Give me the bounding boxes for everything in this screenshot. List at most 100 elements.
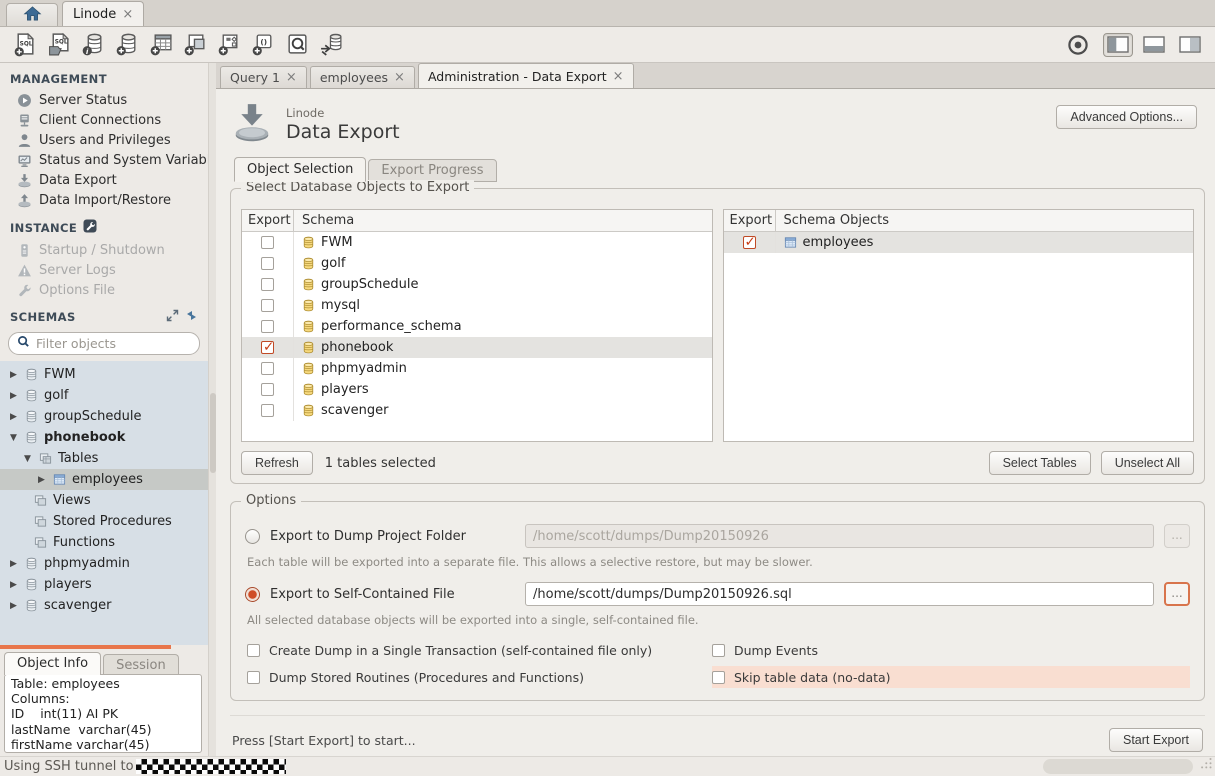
sidebar-item-data-import[interactable]: Data Import/Restore — [0, 190, 208, 210]
tree-item-employees[interactable]: ▶employees — [0, 469, 208, 490]
resize-grip-icon[interactable] — [1199, 756, 1213, 774]
divider-scroll-handle[interactable] — [210, 393, 216, 473]
tree-item-players[interactable]: ▶players — [0, 574, 208, 595]
schema-filter-input[interactable] — [36, 336, 192, 351]
dump-folder-path-input[interactable] — [525, 524, 1154, 548]
close-icon[interactable]: × — [122, 8, 133, 21]
checkbox-single-transaction[interactable]: Create Dump in a Single Transaction (sel… — [247, 639, 712, 661]
chevron-down-icon[interactable]: ▼ — [22, 454, 33, 464]
object-info-panel: Object Info Session Table: employees Col… — [0, 649, 208, 756]
sidebar-item-server-status[interactable]: Server Status — [0, 90, 208, 110]
export-checkbox[interactable] — [261, 362, 274, 375]
tree-item-tables[interactable]: ▼Tables — [0, 448, 208, 469]
create-view-icon[interactable] — [180, 31, 210, 59]
reconnect-database-icon[interactable] — [316, 31, 346, 59]
checkbox-dump-stored-routines[interactable]: Dump Stored Routines (Procedures and Fun… — [247, 666, 712, 688]
toggle-right-panel-icon[interactable] — [1175, 33, 1205, 57]
close-icon[interactable]: × — [613, 70, 624, 83]
tab-session[interactable]: Session — [103, 654, 179, 675]
schema-inspector-icon[interactable]: i — [78, 31, 108, 59]
table-row[interactable]: FWM — [242, 232, 712, 253]
tree-item-fwm[interactable]: ▶ FWM — [0, 364, 208, 385]
table-row[interactable]: scavenger — [242, 400, 712, 421]
create-schema-icon[interactable] — [112, 31, 142, 59]
chevron-right-icon[interactable]: ▶ — [36, 475, 47, 485]
table-row[interactable]: phpmyadmin — [242, 358, 712, 379]
table-row-selected[interactable]: employees — [724, 232, 1194, 253]
editor-tab-query1[interactable]: Query 1× — [220, 66, 307, 88]
checkbox-dump-events[interactable]: Dump Events — [712, 639, 1190, 661]
create-procedure-icon[interactable] — [214, 31, 244, 59]
close-icon[interactable]: × — [394, 71, 405, 84]
select-tables-button[interactable]: Select Tables — [989, 451, 1091, 475]
connection-tab-linode[interactable]: Linode × — [62, 1, 144, 26]
sidebar-item-client-connections[interactable]: Client Connections — [0, 110, 208, 130]
export-checkbox[interactable] — [261, 320, 274, 333]
export-checkbox[interactable] — [261, 383, 274, 396]
table-row[interactable]: groupSchedule — [242, 274, 712, 295]
advanced-options-button[interactable]: Advanced Options... — [1056, 105, 1197, 129]
refresh-button[interactable]: Refresh — [241, 451, 313, 475]
start-export-button[interactable]: Start Export — [1109, 728, 1203, 752]
editor-tab-employees[interactable]: employees× — [310, 66, 415, 88]
chevron-right-icon[interactable]: ▶ — [8, 370, 19, 380]
sidebar-item-users-privileges[interactable]: Users and Privileges — [0, 130, 208, 150]
create-table-icon[interactable] — [146, 31, 176, 59]
tree-item-phpmyadmin[interactable]: ▶phpmyadmin — [0, 553, 208, 574]
horizontal-scrollbar[interactable] — [1043, 759, 1193, 774]
radio-self-contained-file[interactable] — [245, 587, 260, 602]
export-checkbox-checked[interactable] — [743, 236, 756, 249]
refresh-schemas-icon[interactable] — [185, 309, 198, 325]
editor-tab-data-export[interactable]: Administration - Data Export× — [418, 63, 634, 88]
table-row[interactable]: mysql — [242, 295, 712, 316]
tree-item-stored-procedures[interactable]: Stored Procedures — [0, 511, 208, 532]
sidebar-main-divider[interactable] — [208, 63, 216, 756]
home-tab[interactable] — [6, 3, 58, 26]
tree-item-label: FWM — [44, 367, 76, 382]
tab-object-selection[interactable]: Object Selection — [234, 157, 366, 182]
export-checkbox-checked[interactable] — [261, 341, 274, 354]
toggle-left-panel-icon[interactable] — [1103, 33, 1133, 57]
search-table-data-icon[interactable] — [282, 31, 312, 59]
export-checkbox[interactable] — [261, 299, 274, 312]
chevron-right-icon[interactable]: ▶ — [8, 580, 19, 590]
sidebar-item-data-export[interactable]: Data Export — [0, 170, 208, 190]
checkbox-skip-table-data[interactable]: Skip table data (no-data) — [712, 666, 1190, 688]
chevron-down-icon[interactable]: ▼ — [8, 433, 19, 443]
chevron-right-icon[interactable]: ▶ — [8, 559, 19, 569]
self-contained-path-input[interactable] — [525, 582, 1154, 606]
new-sql-file-icon[interactable]: SQL — [10, 31, 40, 59]
browse-folder-button[interactable]: ... — [1164, 524, 1190, 548]
tab-object-info[interactable]: Object Info — [4, 652, 101, 675]
toggle-bottom-panel-icon[interactable] — [1139, 33, 1169, 57]
table-row[interactable]: golf — [242, 253, 712, 274]
sidebar-item-status-system-variables[interactable]: Status and System Variables — [0, 150, 208, 170]
tree-item-groupschedule[interactable]: ▶groupSchedule — [0, 406, 208, 427]
export-checkbox[interactable] — [261, 404, 274, 417]
export-checkbox[interactable] — [261, 257, 274, 270]
close-icon[interactable]: × — [286, 71, 297, 84]
table-row[interactable]: players — [242, 379, 712, 400]
table-row-selected[interactable]: phonebook — [242, 337, 712, 358]
expand-schemas-icon[interactable] — [166, 309, 179, 325]
browse-file-button[interactable]: ... — [1164, 582, 1190, 606]
tree-item-scavenger[interactable]: ▶scavenger — [0, 595, 208, 616]
chevron-right-icon[interactable]: ▶ — [8, 391, 19, 401]
unselect-all-button[interactable]: Unselect All — [1101, 451, 1194, 475]
export-checkbox[interactable] — [261, 278, 274, 291]
tree-item-phonebook[interactable]: ▼phonebook — [0, 427, 208, 448]
sidebar-item-startup-shutdown[interactable]: Startup / Shutdown — [0, 240, 208, 260]
chevron-right-icon[interactable]: ▶ — [8, 412, 19, 422]
chevron-right-icon[interactable]: ▶ — [8, 601, 19, 611]
sidebar-item-options-file[interactable]: Options File — [0, 280, 208, 300]
table-row[interactable]: performance_schema — [242, 316, 712, 337]
tree-item-golf[interactable]: ▶golf — [0, 385, 208, 406]
sidebar-item-server-logs[interactable]: Server Logs — [0, 260, 208, 280]
tree-item-functions[interactable]: Functions — [0, 532, 208, 553]
export-checkbox[interactable] — [261, 236, 274, 249]
open-sql-file-icon[interactable]: SQL — [44, 31, 74, 59]
tree-item-views[interactable]: Views — [0, 490, 208, 511]
tab-export-progress[interactable]: Export Progress — [368, 159, 496, 182]
radio-dump-project-folder[interactable] — [245, 529, 260, 544]
create-function-icon[interactable]: () — [248, 31, 278, 59]
